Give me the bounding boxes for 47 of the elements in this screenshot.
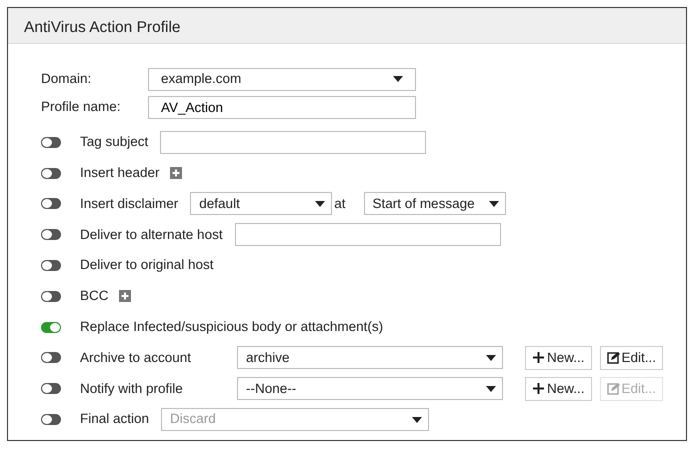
text-field[interactable]: AV_Action [148,96,416,118]
toggle-switch[interactable] [41,383,61,394]
action-label: Insert disclaimer [80,194,178,213]
text-field[interactable] [234,223,501,246]
dropdown[interactable]: --None-- [237,377,503,400]
toggle-switch[interactable] [41,168,61,179]
text-field[interactable] [160,130,426,154]
connector-text: at [334,194,346,213]
add-icon[interactable] [118,290,131,302]
toggle-switch[interactable] [41,290,61,302]
toggle-switch[interactable] [41,198,61,210]
dropdown[interactable]: archive [237,346,503,370]
caret-icon [486,386,496,392]
add-icon[interactable] [170,167,182,180]
caret-icon [486,354,496,361]
new-button[interactable]: New... [525,346,592,370]
panel-title: AntiVirus Action Profile [24,19,181,36]
action-label: Final action [80,410,150,428]
edit-button[interactable]: Edit... [600,346,664,370]
plus-icon [532,351,545,364]
new-button[interactable]: New... [525,376,592,401]
action-label: BCC [80,287,109,306]
toggle-switch[interactable] [41,229,61,240]
dropdown[interactable]: default [190,192,332,216]
caret-icon [488,200,499,207]
toggle-switch[interactable] [41,322,61,333]
action-label: Tag subject [80,133,148,152]
field-label: Domain: [41,70,92,88]
action-label: Archive to account [80,348,192,367]
action-label: Notify with profile [80,380,184,398]
toggle-switch[interactable] [41,136,61,148]
caret-icon [412,416,422,423]
action-label: Insert header [80,164,160,182]
edit-icon [606,382,620,396]
dropdown[interactable]: Start of message [364,192,506,216]
toggle-switch[interactable] [41,352,61,364]
action-label: Replace Infected/suspicious body or attachment(s) [80,318,384,336]
caret-icon [393,76,403,82]
edit-icon [606,351,620,364]
toggle-switch[interactable] [41,260,61,272]
domain-dropdown[interactable]: example.com [148,68,416,90]
action-label: Deliver to original host [80,256,214,274]
caret-icon [315,200,326,207]
action-label: Deliver to alternate host [80,226,223,244]
toggle-switch[interactable] [41,414,61,426]
plus-icon [532,382,545,396]
field-label: Profile name: [41,98,122,116]
